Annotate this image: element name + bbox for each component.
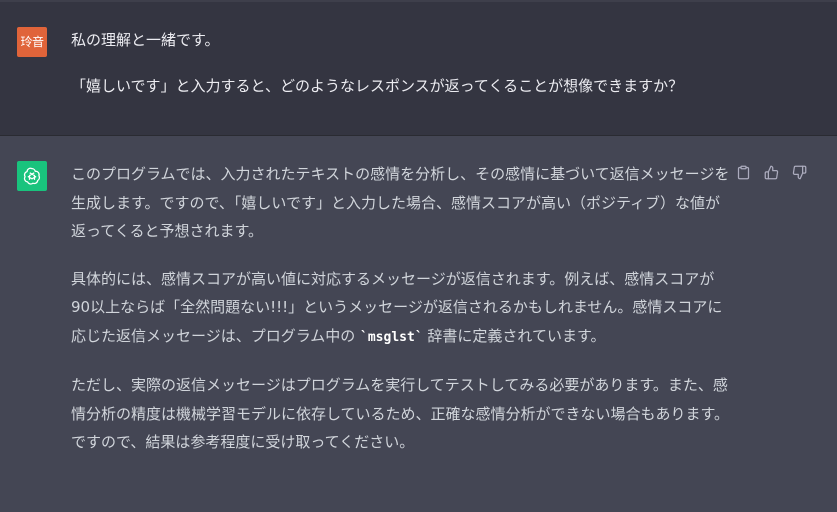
user-paragraph-1: 私の理解と一緒です。 (71, 31, 220, 49)
assistant-paragraph-3: ただし、実際の返信メッセージはプログラムを実行してテストしてみる必要があります。… (71, 376, 730, 451)
assistant-paragraph-2-tail: 辞書に定義されています。 (422, 326, 606, 345)
user-message-text: 私の理解と一緒です。 「嬉しいです」と入力すると、どのようなレスポンスが返ってく… (71, 26, 751, 118)
user-avatar: 玲音 (17, 27, 47, 57)
openai-logo-icon (17, 161, 47, 191)
message-actions (735, 164, 807, 180)
assistant-message-text: このプログラムでは、入力されたテキストの感情を分析し、その感情に基づいて返信メッ… (71, 160, 731, 476)
thumbs-down-icon[interactable] (791, 164, 807, 180)
assistant-paragraph-2: 具体的には、感情スコアが高い値に対応するメッセージが返信されます。例えば、感情ス… (71, 265, 731, 353)
user-paragraph-2: 「嬉しいです」と入力すると、どのようなレスポンスが返ってくることが想像できますか… (71, 77, 684, 95)
inline-code: `msglst` (360, 329, 423, 345)
thumbs-up-icon[interactable] (763, 164, 779, 180)
assistant-paragraph-1: このプログラムでは、入力されたテキストの感情を分析し、その感情に基づいて返信メッ… (71, 165, 730, 240)
copy-icon[interactable] (735, 164, 751, 180)
